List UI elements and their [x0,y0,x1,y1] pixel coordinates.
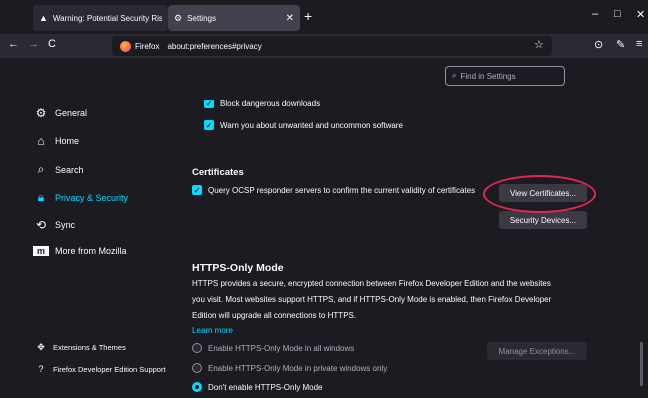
https-disabled-radio[interactable]: Don't enable HTTPS-Only Mode [192,382,322,392]
sidebar-item-general[interactable]: ⚙ General [33,106,87,120]
settings-content: ⌕ Find in Settings ✓ Block dangerous dow… [180,58,648,398]
tools-icon[interactable]: ✎ [616,38,625,51]
url-bar[interactable]: Firefox about:preferences#privacy [112,36,552,56]
radio-selected-icon [192,382,202,392]
checkbox-label: Block dangerous downloads [220,100,321,108]
checkbox-checked-icon: ✓ [204,100,214,108]
minimize-button[interactable]: – [592,8,598,20]
forward-button[interactable]: → [28,38,39,50]
lock-icon: 🔒︎ [37,190,45,204]
sidebar-item-label: Extensions & Themes [53,343,126,352]
close-tab-icon[interactable]: ✕ [286,13,294,24]
tab-label: Warning: Potential Security Risk X [52,13,162,23]
radio-label: Don't enable HTTPS-Only Mode [208,382,323,392]
sidebar-item-mozilla[interactable]: m More from Mozilla [33,246,127,256]
https-description-line: you visit. Most websites support HTTPS, … [192,295,552,304]
warn-unwanted-checkbox[interactable]: ✓ Warn you about unwanted and uncommon s… [204,120,403,130]
settings-sidebar: ⚙ General ⌂ Home ⌕ Search 🔒︎ Privacy & S… [0,58,180,398]
highlight-circle [483,175,596,213]
reload-button[interactable]: C [48,38,56,50]
new-tab-button[interactable]: + [304,8,312,24]
https-description-line: Edition will upgrade all connections to … [192,311,357,320]
ocsp-checkbox[interactable]: ✓ Query OCSP responder servers to confir… [192,185,475,195]
sidebar-item-label: Privacy & Security [55,192,129,203]
url-identity: Firefox [135,41,160,51]
tab-warning[interactable]: ▲ Warning: Potential Security Risk X [33,5,168,31]
tab-label: Settings [187,13,216,23]
home-icon: ⌂ [37,134,45,148]
puzzle-icon: ✥ [37,342,45,352]
checkbox-label: Query OCSP responder servers to confirm … [208,185,476,195]
security-devices-button[interactable]: Security Devices... [499,211,587,229]
sidebar-item-home[interactable]: ⌂ Home [33,134,79,148]
certificates-heading: Certificates [192,167,244,178]
gear-icon: ⚙ [174,12,183,23]
sidebar-extensions-link[interactable]: ✥ Extensions & Themes [35,342,126,353]
radio-icon [192,343,202,353]
https-description-line: HTTPS provides a secure, encrypted conne… [192,279,551,288]
navigation-toolbar: ← → C Firefox about:preferences#privacy … [0,34,648,58]
scrollbar[interactable] [640,342,643,386]
sync-icon: ⟲ [35,218,47,232]
https-description: HTTPS provides a secure, encrypted conne… [192,276,587,324]
learn-more-link[interactable]: Learn more [192,326,233,335]
checkbox-checked-icon: ✓ [192,185,202,195]
https-all-windows-radio[interactable]: Enable HTTPS-Only Mode in all windows [192,343,354,353]
sidebar-item-search[interactable]: ⌕ Search [33,162,84,177]
sidebar-support-link[interactable]: ? Firefox Developer Edition Support [35,364,166,374]
sidebar-item-label: Firefox Developer Edition Support [53,364,166,374]
search-input[interactable]: ⌕ Find in Settings [445,66,565,86]
back-button[interactable]: ← [8,38,19,50]
sidebar-item-label: Sync [55,220,76,230]
sidebar-item-label: Home [55,136,80,146]
maximize-button[interactable]: □ [614,8,621,20]
sidebar-item-label: More from Mozilla [55,246,127,256]
radio-label: Enable HTTPS-Only Mode in private window… [208,363,388,373]
search-icon: ⌕ [452,71,457,80]
pocket-icon[interactable]: ⊙ [594,38,603,51]
radio-label: Enable HTTPS-Only Mode in all windows [208,343,355,353]
sidebar-item-privacy[interactable]: 🔒︎ Privacy & Security [33,190,128,205]
help-icon: ? [38,364,44,374]
checkbox-label: Warn you about unwanted and uncommon sof… [220,120,403,130]
tab-settings[interactable]: ⚙ Settings ✕ [168,5,300,31]
bookmark-star-icon[interactable]: ☆ [534,38,544,51]
https-private-only-radio[interactable]: Enable HTTPS-Only Mode in private window… [192,363,387,373]
sidebar-item-label: Search [55,164,84,175]
tab-strip: ▲ Warning: Potential Security Risk X ⚙ S… [0,0,648,34]
close-window-button[interactable]: ✕ [636,8,645,21]
search-icon: ⌕ [37,162,45,176]
firefox-icon [120,40,131,52]
gear-icon: ⚙ [35,106,47,120]
url-text[interactable]: about:preferences#privacy [167,42,261,51]
https-only-heading: HTTPS-Only Mode [192,262,284,274]
search-placeholder: Find in Settings [460,71,516,81]
manage-exceptions-button[interactable]: Manage Exceptions... [487,342,587,360]
mozilla-icon: m [33,246,49,256]
checkbox-checked-icon: ✓ [204,120,214,130]
sidebar-item-sync[interactable]: ⟲ Sync [33,218,75,232]
menu-icon[interactable]: ≡ [636,38,642,50]
radio-icon [192,363,202,373]
sidebar-item-label: General [55,108,88,118]
block-downloads-checkbox[interactable]: ✓ Block dangerous downloads [204,100,320,108]
warning-icon: ▲ [39,13,48,23]
